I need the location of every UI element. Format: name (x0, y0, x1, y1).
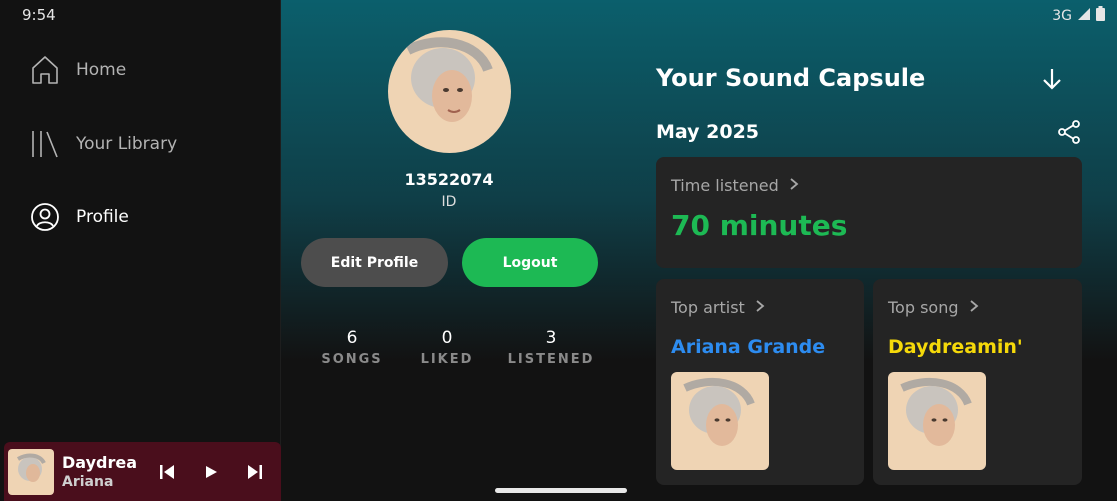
user-id-label: ID (441, 194, 457, 210)
stat-value: 6 (346, 328, 358, 348)
card-header[interactable]: Top song (888, 298, 979, 317)
profile-icon (30, 202, 60, 232)
card-header[interactable]: Top artist (671, 298, 765, 317)
share-icon[interactable] (1057, 120, 1083, 146)
stat-label: LIKED (420, 352, 474, 367)
top-song-card[interactable]: Top song Daydreamin' (873, 279, 1082, 485)
chevron-right-icon (755, 298, 765, 317)
chevron-right-icon (789, 176, 799, 195)
logout-button[interactable]: Logout (462, 238, 598, 287)
card-label: Top artist (671, 298, 745, 317)
status-indicators: 3G (1052, 6, 1105, 25)
mini-player[interactable]: Daydrea Ariana (4, 442, 281, 501)
capsule-month: May 2025 (656, 121, 760, 143)
player-controls (154, 459, 268, 485)
stat-listened: 3 LISTENED (501, 328, 601, 367)
capsule-title: Your Sound Capsule (656, 64, 926, 92)
user-id: 13522074 (404, 170, 494, 189)
stat-value: 0 (441, 328, 453, 348)
main-content: 3G 13522074 ID Edit Profile Logout 6 SON… (281, 0, 1117, 501)
sidebar-item-label: Profile (76, 207, 129, 227)
next-icon[interactable] (242, 459, 268, 485)
card-label: Time listened (671, 176, 779, 195)
home-indicator[interactable] (495, 488, 627, 493)
profile-stats: 6 SONGS 0 LIKED 3 LISTENED (311, 328, 601, 367)
previous-icon[interactable] (154, 459, 180, 485)
battery-icon (1096, 6, 1105, 25)
library-icon (30, 129, 60, 159)
stat-value: 3 (545, 328, 557, 348)
avatar (388, 30, 511, 153)
now-playing-artist: Ariana (62, 474, 114, 490)
sidebar-item-profile[interactable]: Profile (30, 199, 129, 235)
top-artist-value: Ariana Grande (671, 336, 826, 358)
home-icon (30, 55, 60, 85)
download-icon[interactable] (1039, 66, 1065, 92)
network-label: 3G (1052, 7, 1072, 24)
artist-image (671, 372, 769, 470)
time-listened-card[interactable]: Time listened 70 minutes (656, 157, 1082, 268)
stat-label: LISTENED (507, 352, 595, 367)
stat-songs: 6 SONGS (311, 328, 393, 367)
sidebar-item-label: Your Library (76, 134, 178, 154)
sidebar-item-library[interactable]: Your Library (30, 126, 177, 162)
song-image (888, 372, 986, 470)
card-label: Top song (888, 298, 959, 317)
sidebar-item-label: Home (76, 60, 127, 80)
sidebar-item-home[interactable]: Home (30, 52, 126, 88)
top-artist-card[interactable]: Top artist Ariana Grande (656, 279, 864, 485)
stat-liked: 0 LIKED (393, 328, 501, 367)
stat-label: SONGS (321, 352, 383, 367)
now-playing-info: Daydrea Ariana (62, 453, 142, 490)
signal-icon (1077, 7, 1091, 25)
now-playing-title: Daydrea (62, 453, 138, 472)
edit-profile-button[interactable]: Edit Profile (301, 238, 448, 287)
time-listened-value: 70 minutes (671, 209, 848, 242)
card-header[interactable]: Time listened (671, 176, 799, 195)
chevron-right-icon (969, 298, 979, 317)
top-song-value: Daydreamin' (888, 336, 1023, 358)
play-icon[interactable] (198, 459, 224, 485)
status-time: 9:54 (22, 6, 56, 24)
sidebar: 9:54 Home Your Library Profile Daydrea A… (0, 0, 281, 501)
album-art (8, 448, 54, 495)
